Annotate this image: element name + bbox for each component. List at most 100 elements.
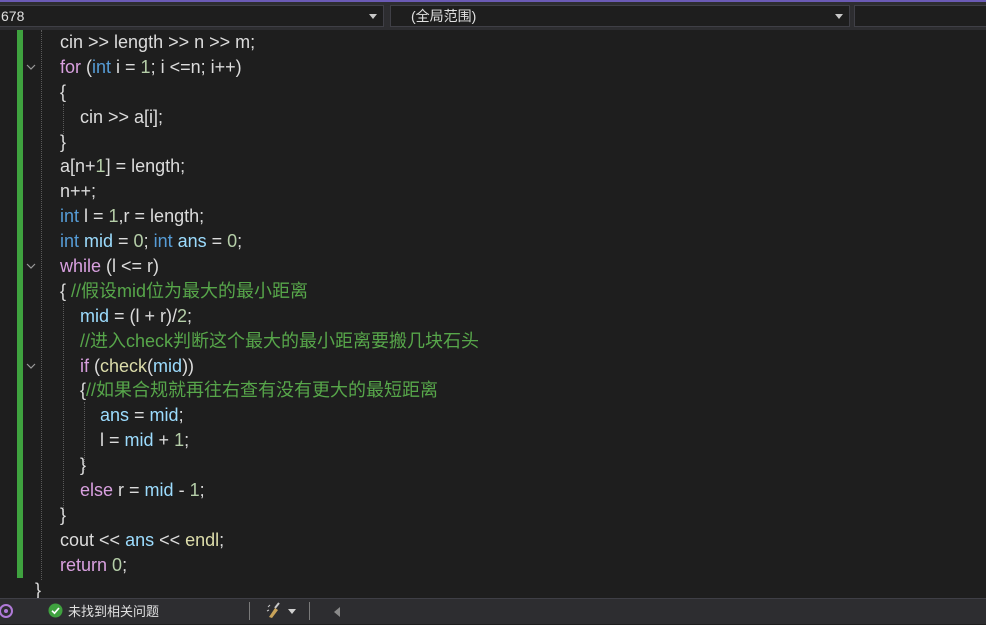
code-line[interactable]: //进入check判断这个最大的最小距离要搬几块石头	[60, 329, 479, 354]
code-line[interactable]: for (int i = 1; i <=n; i++)	[60, 55, 479, 80]
code-token: else	[60, 480, 114, 501]
code-line[interactable]: }	[60, 453, 479, 478]
code-token: ans	[125, 529, 155, 550]
scope-dropdown-value: (全局范围)	[411, 8, 477, 24]
code-token: -	[173, 480, 190, 501]
code-token: ;	[237, 231, 243, 252]
issues-status-text[interactable]: 未找到相关问题	[68, 603, 159, 621]
code-token: mid	[124, 430, 154, 451]
code-token: i =	[111, 56, 141, 77]
code-line[interactable]: cin >> a[i];	[60, 105, 479, 130]
code-token: mid	[153, 355, 183, 376]
code-token: ,r = length;	[118, 206, 205, 227]
scroll-left-icon[interactable]	[334, 607, 340, 617]
code-token: cin >> length >> n >> m;	[60, 32, 256, 52]
code-token: for	[60, 56, 82, 77]
copilot-icon[interactable]	[0, 602, 16, 620]
code-token: while	[60, 256, 102, 277]
code-line[interactable]: ans = mid;	[60, 403, 479, 428]
code-token: {	[60, 380, 87, 401]
code-line[interactable]: int l = 1,r = length;	[60, 204, 479, 229]
code-token: (l <= r)	[101, 256, 160, 277]
code-line[interactable]: int mid = 0; int ans = 0;	[60, 229, 479, 254]
code-token: l =	[60, 430, 125, 451]
code-token: int	[92, 56, 112, 77]
code-token: n++;	[60, 181, 97, 202]
check-circle-icon	[48, 603, 63, 621]
code-token: 1	[108, 206, 119, 227]
project-dropdown-value: 678	[1, 8, 25, 24]
code-line[interactable]: }	[60, 503, 479, 528]
code-token: 1	[95, 156, 106, 177]
code-token: l =	[79, 206, 109, 227]
change-tracking-bar	[17, 30, 23, 578]
code-token: +	[153, 430, 175, 451]
code-token: =	[129, 405, 150, 426]
code-token: endl	[185, 529, 220, 550]
code-line[interactable]: a[n+1] = length;	[60, 154, 479, 179]
chevron-down-icon[interactable]	[835, 14, 843, 19]
code-line[interactable]: mid = (l + r)/2;	[60, 304, 479, 329]
code-token: int	[153, 231, 173, 252]
project-dropdown[interactable]: 678	[0, 5, 384, 27]
code-line[interactable]: while (l <= r)	[60, 254, 479, 279]
code-token: //如果合规就再往右查有没有更大的最短距离	[86, 380, 439, 401]
fold-chevron-icon[interactable]	[26, 63, 36, 71]
code-token: }	[60, 504, 67, 525]
scope-dropdown[interactable]: (全局范围)	[390, 5, 850, 27]
code-token: = (l + r)/	[109, 305, 178, 326]
code-token: mid	[149, 405, 179, 426]
code-token: ))	[182, 355, 195, 376]
code-token: }	[60, 131, 67, 152]
code-token: mid	[60, 305, 110, 326]
code-token: }	[60, 455, 87, 476]
code-line[interactable]: else r = mid - 1;	[60, 478, 479, 503]
member-dropdown[interactable]	[854, 5, 986, 27]
code-line[interactable]: if (check(mid))	[60, 354, 479, 379]
code-token: 0	[112, 554, 123, 575]
code-line[interactable]: cout << ans << endl;	[60, 528, 479, 553]
code-token: ; i <=n; i++)	[150, 56, 242, 77]
code-token: 0	[133, 231, 144, 252]
code-token: mid	[144, 480, 174, 501]
code-token: check	[100, 355, 148, 376]
code-token: a[n+	[60, 156, 96, 177]
code-line[interactable]: l = mid + 1;	[60, 428, 479, 453]
code-token: 2	[177, 305, 188, 326]
fold-chevron-icon[interactable]	[26, 362, 36, 370]
code-token: int	[60, 206, 80, 227]
code-token: ;	[143, 231, 154, 252]
code-token: if	[60, 355, 90, 376]
code-editor[interactable]: cin >> length >> n >> m; for (int i = 1; …	[0, 30, 986, 598]
code-token: <<	[154, 529, 186, 550]
code-line[interactable]: {//如果合规就再往右查有没有更大的最短距离	[60, 378, 479, 403]
code-token: ans	[60, 405, 130, 426]
code-token: ] = length;	[105, 156, 186, 177]
code-token: 1	[189, 480, 200, 501]
closing-brace: }	[35, 580, 42, 598]
code-token: return	[60, 554, 108, 575]
code-line[interactable]: cin >> length >> n >> m;	[60, 30, 479, 55]
code-token: cout <<	[60, 529, 126, 550]
code-line[interactable]: return 0;	[60, 553, 479, 578]
code-token: ans	[172, 231, 207, 252]
code-token: int	[60, 231, 80, 252]
code-line[interactable]: {	[60, 80, 479, 105]
navigation-bar: 678 (全局范围)	[0, 0, 986, 30]
code-token: ;	[178, 405, 184, 426]
code-token: =	[206, 231, 228, 252]
code-line[interactable]: }	[60, 130, 479, 155]
code-line[interactable]: n++;	[60, 179, 479, 204]
fold-chevron-icon[interactable]	[26, 262, 36, 270]
code-token: 1	[140, 56, 151, 77]
chevron-down-icon[interactable]	[288, 609, 296, 614]
code-line[interactable]: { //假设mid位为最大的最小距离	[60, 279, 479, 304]
code-token: ;	[187, 305, 193, 326]
code-cleanup-icon[interactable]	[266, 602, 286, 620]
code-token: (	[81, 56, 93, 77]
chevron-down-icon[interactable]	[369, 14, 377, 19]
code-token: ;	[184, 430, 190, 451]
code-token: ;	[199, 480, 205, 501]
code-token: r =	[113, 480, 145, 501]
code-token: 0	[227, 231, 238, 252]
